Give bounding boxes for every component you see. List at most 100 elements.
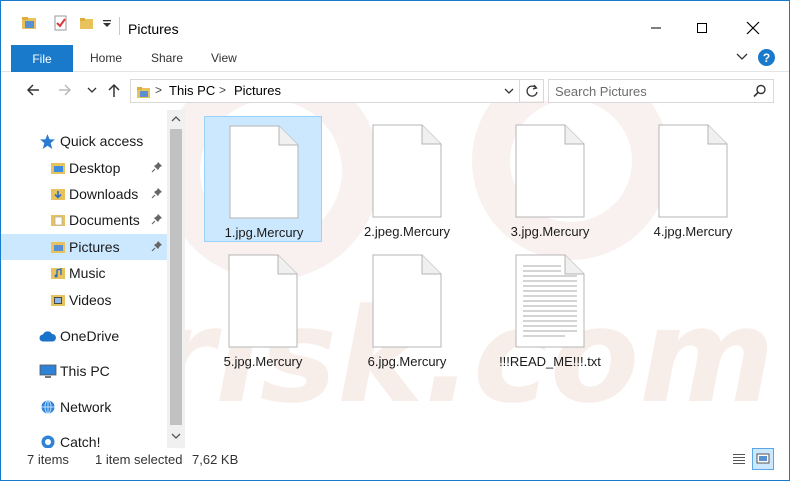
scrollbar-thumb[interactable] [170, 129, 182, 425]
breadcrumb-separator: > [219, 83, 227, 97]
sidebar-item-pictures[interactable]: Pictures [1, 234, 171, 260]
breadcrumb-this-pc[interactable]: This PC [169, 83, 215, 98]
music-folder-icon [51, 268, 65, 279]
refresh-icon [525, 84, 538, 97]
recent-locations-chevron-icon[interactable] [87, 85, 97, 95]
status-bar: 7 items 1 item selected 7,62 KB [1, 448, 789, 480]
videos-folder-icon [51, 295, 65, 306]
sidebar-item-catch[interactable]: Catch! [1, 429, 171, 448]
star-icon [40, 134, 55, 149]
back-arrow-icon[interactable] [25, 82, 41, 98]
tab-share[interactable]: Share [151, 45, 183, 72]
file-explorer-window: risk.com Pictures File Home Share View ?… [0, 0, 790, 481]
selection-status: 1 item selected [95, 452, 183, 467]
sidebar-item-downloads[interactable]: Downloads [1, 181, 171, 207]
expand-ribbon-chevron-icon[interactable] [735, 50, 749, 64]
search-input[interactable] [549, 80, 749, 102]
window-title: Pictures [128, 21, 179, 37]
file-item-2-jpeg-mercury[interactable]: 2.jpeg.Mercury [348, 116, 466, 242]
address-dropdown-chevron-icon[interactable] [503, 85, 515, 97]
help-button[interactable]: ? [758, 49, 775, 66]
documents-folder-icon [51, 215, 65, 226]
file-item-6-jpg-mercury[interactable]: 6.jpg.Mercury [348, 246, 466, 372]
properties-check-icon[interactable] [53, 15, 69, 31]
file-item-read-me-txt[interactable]: !!!READ_ME!!!.txt [491, 246, 609, 372]
sidebar-item-label: Documents [69, 212, 140, 228]
sidebar-item-label: Catch! [60, 434, 101, 448]
pin-icon[interactable] [151, 213, 163, 225]
file-item-3-jpg-mercury[interactable]: 3.jpg.Mercury [491, 116, 609, 242]
sidebar-item-desktop[interactable]: Desktop [1, 155, 171, 181]
file-name: 1.jpg.Mercury [224, 225, 304, 240]
new-folder-icon[interactable] [79, 15, 95, 31]
file-name: !!!READ_ME!!!.txt [499, 354, 601, 369]
details-view-button[interactable] [728, 448, 750, 470]
sidebar-item-label: OneDrive [60, 328, 120, 344]
minimize-button[interactable] [633, 13, 679, 43]
sidebar-item-videos[interactable]: Videos [1, 287, 171, 313]
tab-file[interactable]: File [11, 45, 73, 72]
nav-quick-access-label: Quick access [60, 133, 144, 149]
file-name: 5.jpg.Mercury [223, 354, 303, 369]
breadcrumb-separator: > [155, 83, 163, 97]
search-box[interactable] [548, 79, 774, 103]
file-item-5-jpg-mercury[interactable]: 5.jpg.Mercury [204, 246, 322, 372]
details-view-icon [733, 454, 745, 464]
file-item-4-jpg-mercury[interactable]: 4.jpg.Mercury [634, 116, 752, 242]
catch-app-icon [41, 435, 55, 448]
file-list: 1.jpg.Mercury 2.jpeg.Mercury 3.jpg.Mercu… [187, 110, 789, 448]
navigation-bar: > This PC > Pictures [1, 72, 789, 110]
tab-home[interactable]: Home [90, 45, 122, 72]
title-separator [119, 17, 120, 35]
blank-file-icon [229, 125, 299, 219]
refresh-button[interactable] [520, 79, 544, 103]
sidebar-item-label: Downloads [69, 186, 139, 202]
breadcrumb-pictures[interactable]: Pictures [234, 83, 281, 98]
large-icons-view-button[interactable] [752, 448, 774, 470]
file-name: 2.jpeg.Mercury [364, 224, 450, 239]
close-icon [746, 21, 760, 35]
sidebar-item-network[interactable]: Network [1, 394, 171, 420]
pictures-location-icon [137, 87, 150, 98]
pictures-folder-icon [51, 242, 65, 253]
sidebar-item-label: This PC [60, 363, 110, 379]
sidebar-item-music[interactable]: Music [1, 260, 171, 286]
item-count: 7 items [27, 452, 69, 467]
network-icon [41, 400, 55, 414]
desktop-folder-icon [51, 163, 65, 174]
pin-icon[interactable] [151, 161, 163, 173]
scroll-up-arrow-icon[interactable] [171, 115, 181, 123]
sidebar-item-label: Network [60, 399, 112, 415]
address-bar[interactable]: > This PC > Pictures [130, 79, 520, 103]
file-item-1-jpg-mercury[interactable]: 1.jpg.Mercury [204, 116, 322, 242]
scroll-down-arrow-icon[interactable] [171, 432, 181, 440]
sidebar-item-onedrive[interactable]: OneDrive [1, 323, 171, 349]
pin-icon[interactable] [151, 240, 163, 252]
tab-view[interactable]: View [211, 45, 237, 72]
search-icon[interactable] [753, 84, 767, 98]
customize-toolbar-chevron-icon[interactable] [102, 19, 112, 29]
file-name: 6.jpg.Mercury [367, 354, 447, 369]
up-arrow-icon[interactable] [106, 82, 122, 98]
ribbon-tabs: File Home Share View ? [1, 45, 789, 72]
blank-file-icon [228, 254, 298, 348]
forward-arrow-icon[interactable] [57, 82, 73, 98]
computer-icon [39, 364, 57, 378]
nav-quick-access[interactable]: Quick access [1, 128, 171, 154]
sidebar-item-label: Pictures [69, 239, 120, 255]
maximize-icon [697, 23, 707, 33]
sidebar-item-this-pc[interactable]: This PC [1, 358, 171, 384]
close-button[interactable] [730, 13, 776, 43]
sidebar-item-label: Videos [69, 292, 112, 308]
large-icons-view-icon [756, 453, 770, 464]
pin-icon[interactable] [151, 187, 163, 199]
navigation-pane-scrollbar[interactable] [167, 110, 185, 448]
sidebar-item-documents[interactable]: Documents [1, 207, 171, 233]
downloads-folder-icon [51, 189, 65, 200]
maximize-button[interactable] [679, 13, 725, 43]
file-name: 3.jpg.Mercury [510, 224, 590, 239]
sidebar-item-label: Desktop [69, 160, 121, 176]
folder-properties-icon[interactable] [21, 15, 37, 31]
blank-file-icon [372, 124, 442, 218]
blank-file-icon [372, 254, 442, 348]
